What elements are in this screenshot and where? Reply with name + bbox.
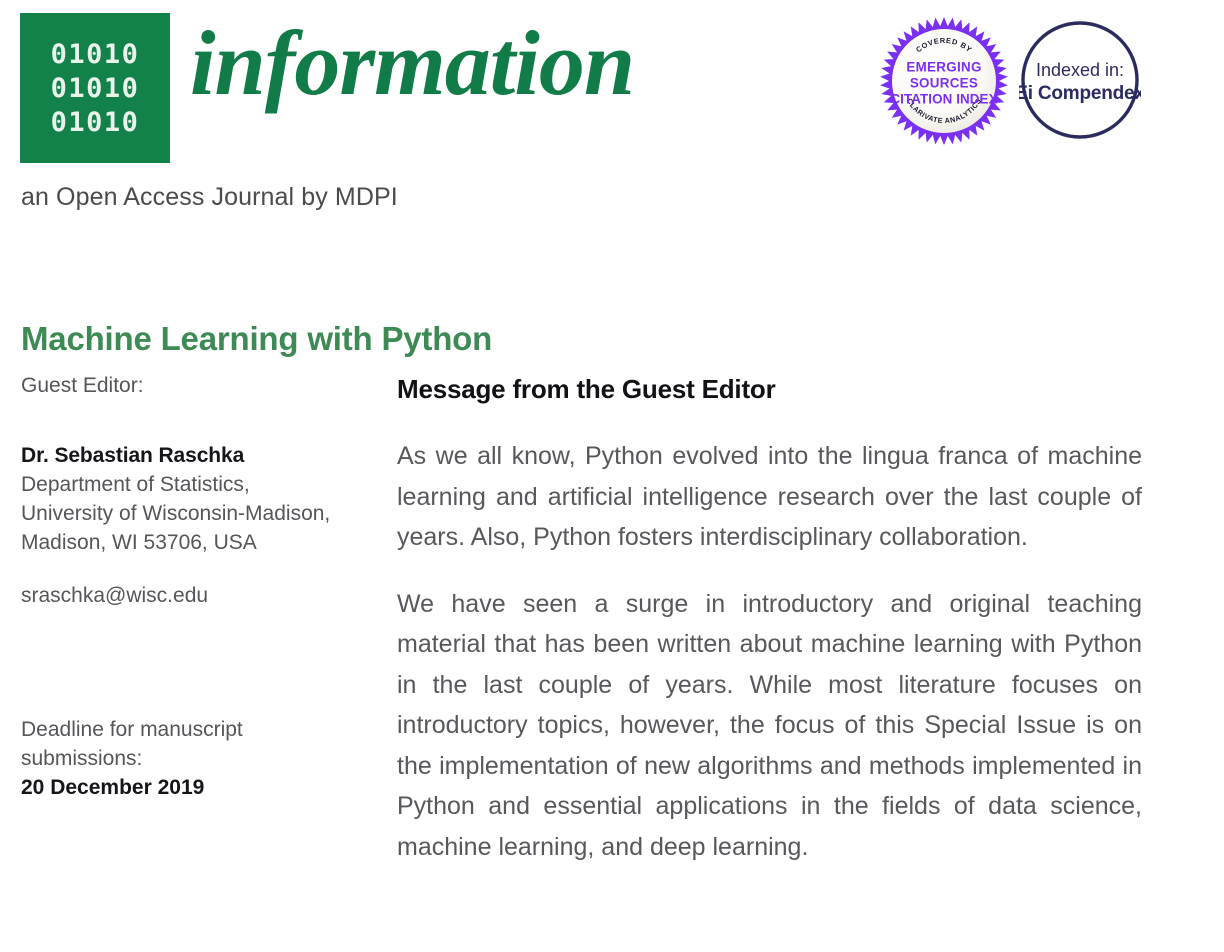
- guest-editor-details: Dr. Sebastian Raschka Department of Stat…: [21, 442, 361, 611]
- guest-editor-affiliation: Department of Statistics, University of …: [21, 471, 361, 558]
- ei-compendex-badge-icon: Indexed in: Ei Compendex: [1019, 19, 1141, 141]
- emerging-sources-citation-index-badge-icon: COVERED BY CLARIVATE ANALYTICS EMERGING …: [877, 14, 1011, 148]
- guest-editor-email[interactable]: sraschka@wisc.edu: [21, 582, 361, 611]
- esci-line-2: SOURCES: [910, 76, 978, 91]
- message-paragraph: As we all know, Python evolved into the …: [397, 442, 1142, 551]
- guest-editor-panel: Guest Editor: Dr. Sebastian Raschka Depa…: [21, 372, 361, 611]
- indexing-badges: COVERED BY CLARIVATE ANALYTICS EMERGING …: [877, 14, 1141, 148]
- journal-masthead: 01010 01010 01010 information: [20, 12, 635, 163]
- journal-subtitle: an Open Access Journal by MDPI: [21, 183, 398, 211]
- message-heading: Message from the Guest Editor: [397, 374, 776, 404]
- guest-editor-label: Guest Editor:: [21, 374, 144, 397]
- submission-deadline-block: Deadline for manuscript submissions: 20 …: [21, 716, 361, 803]
- esci-line-1: EMERGING: [906, 60, 981, 75]
- affiliation-line: University of Wisconsin-Madison,: [21, 501, 331, 525]
- journal-wordmark: information: [190, 12, 635, 114]
- guest-editor-message-panel: Message from the Guest Editor As we all …: [397, 374, 1142, 867]
- deadline-label-line: submissions:: [21, 746, 143, 770]
- esci-line-3: CITATION INDEX: [890, 92, 997, 107]
- affiliation-line: Madison, WI 53706, USA: [21, 530, 257, 554]
- logo-binary-row: 01010: [50, 38, 140, 70]
- guest-editor-name: Dr. Sebastian Raschka: [21, 443, 245, 467]
- journal-special-issue-flyer: 01010 01010 01010 information an Open Ac…: [0, 0, 1224, 952]
- logo-binary-row: 01010: [50, 72, 140, 104]
- logo-binary-row: 01010: [50, 106, 140, 138]
- message-paragraph: We have seen a surge in introductory and…: [397, 589, 1142, 861]
- special-issue-title: Machine Learning with Python: [21, 320, 493, 358]
- ei-line-2: Ei Compendex: [1019, 83, 1141, 104]
- ei-line-1: Indexed in:: [1036, 60, 1124, 80]
- deadline-date: 20 December 2019: [21, 775, 205, 799]
- information-journal-logo-icon: 01010 01010 01010: [20, 13, 170, 163]
- deadline-label-line: Deadline for manuscript: [21, 718, 243, 741]
- affiliation-line: Department of Statistics,: [21, 472, 250, 496]
